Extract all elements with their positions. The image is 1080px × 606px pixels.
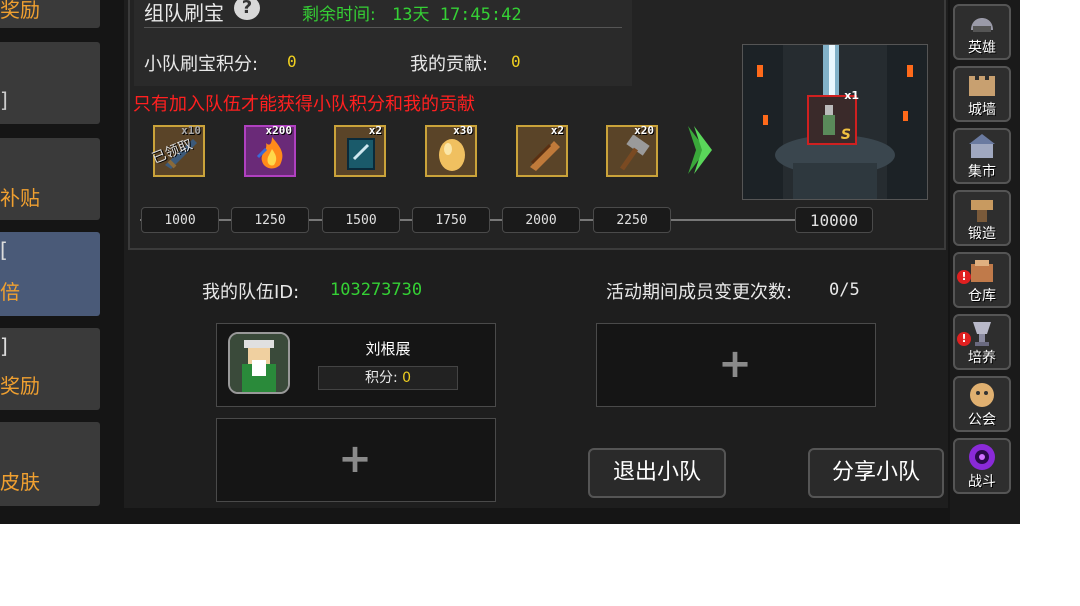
event-title: 组队刷宝 [144, 1, 224, 25]
sidebar-item-heroes[interactable]: 英雄 [953, 4, 1011, 60]
my-contribution-value: 0 [511, 52, 521, 71]
sidebar-item-battle[interactable]: 战斗 [953, 438, 1011, 494]
member-slot-empty[interactable]: + [596, 323, 876, 407]
sidebar-label: 公会 [968, 412, 996, 428]
flame-icon [256, 137, 283, 169]
tab-label: ] [0, 88, 8, 112]
trophy-icon [973, 322, 991, 346]
milestone: 1000 [141, 207, 219, 233]
final-reward-item[interactable]: x1 S [807, 89, 859, 145]
book-icon [347, 138, 375, 170]
portal-icon [969, 444, 995, 470]
final-reward-scene: x1 S [742, 44, 928, 200]
tab-rewards[interactable]: 奖励 [0, 0, 100, 28]
reward-item[interactable]: x30 [425, 124, 477, 177]
team-id-value: 103273730 [330, 280, 423, 300]
member-score: 积分: 0 [318, 366, 458, 390]
final-milestone: 10000 [795, 207, 873, 233]
sidebar-label: 英雄 [968, 40, 996, 56]
final-reward-count: x1 [844, 89, 859, 102]
sidebar-label: 仓库 [968, 288, 996, 304]
tab-label: 倍 [0, 280, 20, 304]
tab-label-top: ] [0, 334, 8, 358]
rank-badge: S [840, 127, 851, 143]
guild-icon [970, 383, 994, 407]
tab-item-2[interactable]: ] [0, 42, 100, 124]
sidebar-label: 集市 [968, 164, 996, 180]
sidebar-item-market[interactable]: 集市 [953, 128, 1011, 184]
tab-rewards-2[interactable]: ] 奖励 [0, 328, 100, 410]
helmet-icon [971, 18, 993, 32]
divider [144, 27, 622, 28]
reward-item[interactable]: x20 [606, 124, 658, 177]
sidebar-item-guild[interactable]: 公会 [953, 376, 1011, 432]
hammer-icon [619, 135, 650, 171]
scroll-icon [530, 141, 560, 171]
notification-badge: ! [957, 270, 971, 284]
member-name: 刘根展 [365, 340, 411, 358]
avatar-portrait [230, 334, 288, 392]
warning-text: 只有加入队伍才能获得小队积分和我的贡献 [133, 94, 475, 115]
leave-team-button[interactable]: 退出小队 [588, 448, 726, 498]
tab-double[interactable]: [ 倍 [0, 232, 100, 316]
milestone: 2250 [593, 207, 671, 233]
sidebar-label: 城墙 [968, 102, 996, 118]
reward-item[interactable]: x2 [516, 124, 568, 177]
reward-item[interactable]: x200 [244, 124, 296, 177]
market-icon [969, 134, 995, 158]
tab-label: 奖励 [0, 374, 40, 398]
timer-label: 剩余时间: [302, 5, 376, 25]
member-slot-empty[interactable]: + [216, 418, 496, 502]
share-team-button[interactable]: 分享小队 [808, 448, 944, 498]
my-contribution-label: 我的贡献: [410, 54, 489, 75]
team-points-value: 0 [287, 52, 297, 71]
tab-label: 奖励 [0, 0, 40, 22]
member-changes-label: 活动期间成员变更次数: [606, 282, 793, 303]
sidebar-item-forge[interactable]: 锻造 [953, 190, 1011, 246]
tab-label: 皮肤 [0, 470, 40, 494]
milestone: 2000 [502, 207, 580, 233]
tab-skin[interactable]: 皮肤 [0, 422, 100, 506]
sidebar-item-warehouse[interactable]: ! 仓库 [953, 252, 1011, 308]
milestone: 1250 [231, 207, 309, 233]
team-points-label: 小队刷宝积分: [144, 54, 259, 75]
milestone: 1500 [322, 207, 400, 233]
anvil-icon [971, 200, 993, 222]
notification-badge: ! [957, 332, 971, 346]
warehouse-icon [971, 260, 993, 282]
sidebar-label: 战斗 [968, 474, 996, 490]
sidebar-label: 培养 [968, 350, 996, 366]
member-changes-value: 0/5 [829, 280, 860, 300]
sidebar-item-training[interactable]: ! 培养 [953, 314, 1011, 370]
wall-icon [969, 76, 995, 96]
reward-item[interactable]: x2 [334, 124, 386, 177]
add-member-icon: + [718, 341, 752, 387]
next-arrow-icon[interactable] [684, 122, 716, 178]
egg-icon [439, 139, 465, 171]
game-screen: 奖励 ] 补贴 [ 倍 ] 奖励 皮肤 组队刷宝 ? 剩余时间: 13天 17:… [0, 0, 1020, 524]
timer-value: 13天 17:45:42 [392, 5, 522, 25]
tab-label-top: [ [0, 238, 8, 262]
reward-item[interactable]: x10 已领取 [150, 124, 205, 177]
add-member-icon: + [338, 436, 372, 482]
tab-subsidy[interactable]: 补贴 [0, 138, 100, 220]
sidebar-item-wall[interactable]: 城墙 [953, 66, 1011, 122]
sidebar-label: 锻造 [968, 226, 996, 242]
tab-label: 补贴 [0, 186, 40, 210]
milestone: 1750 [412, 207, 490, 233]
avatar [228, 332, 290, 394]
team-id-label: 我的队伍ID: [202, 282, 300, 303]
